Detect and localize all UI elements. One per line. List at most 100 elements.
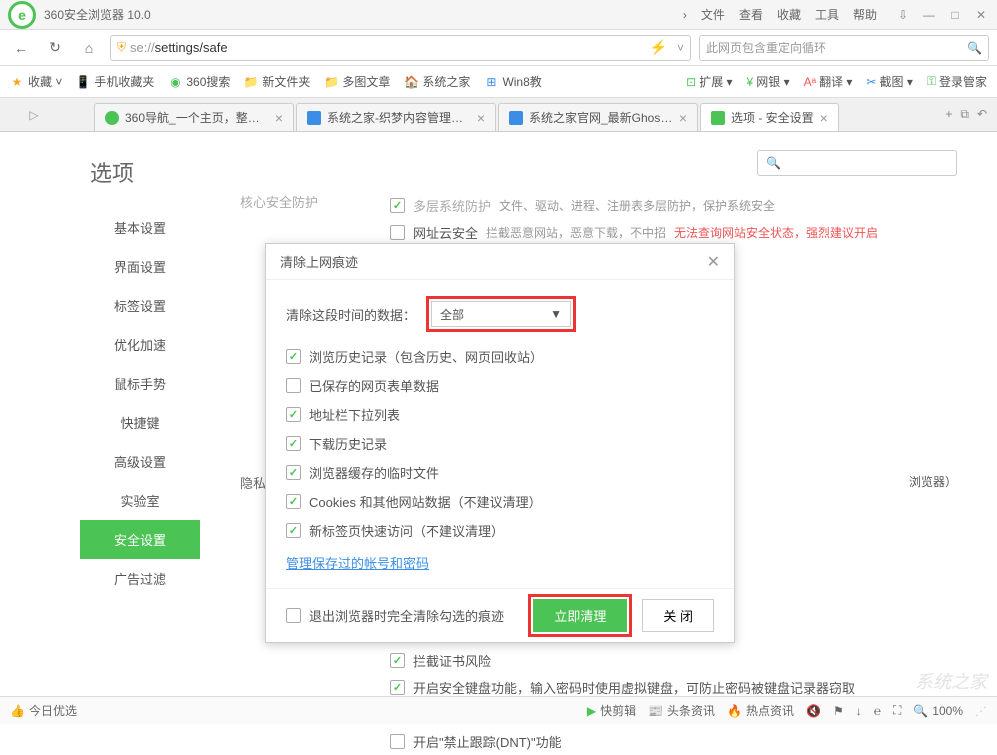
tab-1[interactable]: 360导航_一个主页，整个世… ×: [94, 103, 294, 131]
checkbox-multi[interactable]: [390, 198, 405, 213]
tab-favicon: [307, 111, 321, 125]
folder-icon: 📁: [324, 75, 338, 89]
chk-exit-clear[interactable]: [286, 608, 301, 623]
chk-newtab[interactable]: [286, 523, 301, 538]
page-title: 选项: [0, 142, 210, 208]
menu-arrow[interactable]: ›: [683, 8, 687, 22]
tool-bank[interactable]: ¥网银 ▾: [747, 73, 790, 90]
address-bar[interactable]: ⛨ se://settings/safe ⚡ ˅: [110, 35, 691, 61]
chevron-down-icon: ▼: [550, 307, 562, 321]
fire-icon: 🔥: [727, 704, 742, 718]
chk-download[interactable]: [286, 436, 301, 451]
address-text: se://settings/safe: [130, 40, 640, 55]
mute-icon[interactable]: 🔇: [806, 704, 821, 718]
restore-tab-button[interactable]: ↶: [977, 107, 987, 122]
status-quick[interactable]: ▶快剪辑: [587, 702, 636, 719]
menu-tools[interactable]: 工具: [815, 6, 839, 23]
folder-icon: 📁: [244, 75, 258, 89]
chk-forms[interactable]: [286, 378, 301, 393]
menu-favorites[interactable]: 收藏: [777, 6, 801, 23]
tab-scroll-right[interactable]: ▷: [24, 108, 44, 122]
chk-cache[interactable]: [286, 465, 301, 480]
sidebar-item-basic[interactable]: 基本设置: [80, 208, 200, 247]
bookmark-360search[interactable]: ◉360搜索: [168, 73, 230, 90]
manage-passwords-link[interactable]: 管理保存过的帐号和密码: [286, 553, 429, 572]
expand-icon[interactable]: ⛶: [893, 703, 901, 718]
addr-dropdown-icon[interactable]: ˅: [677, 41, 684, 55]
status-hotspot[interactable]: 🔥热点资讯: [727, 702, 794, 719]
app-title: 360安全浏览器 10.0: [44, 6, 683, 23]
resize-grip-icon[interactable]: ⋰: [975, 704, 987, 718]
tab-close-icon[interactable]: ×: [477, 110, 485, 126]
tab-list-button[interactable]: ⧉: [960, 107, 969, 122]
checkbox-dnt[interactable]: [390, 734, 405, 749]
settings-search[interactable]: 🔍: [757, 150, 957, 176]
sidebar-item-shortcut[interactable]: 快捷键: [80, 403, 200, 442]
checkbox-keyboard[interactable]: [390, 680, 405, 695]
tab-close-icon[interactable]: ×: [679, 110, 687, 126]
status-headlines[interactable]: 📰头条资讯: [648, 702, 715, 719]
bookmark-mobile[interactable]: 📱手机收藏夹: [76, 73, 154, 90]
back-button[interactable]: ←: [8, 35, 34, 61]
checkbox-webcloud[interactable]: [390, 225, 405, 240]
menu-view[interactable]: 查看: [739, 6, 763, 23]
shield-icon: ⛨: [117, 40, 126, 55]
dialog-close-button[interactable]: ✕: [707, 252, 720, 272]
bookmark-syshome[interactable]: 🏠系统之家: [404, 73, 470, 90]
tool-translate[interactable]: Aᵃ翻译 ▾: [804, 73, 853, 90]
play-icon: ▶: [587, 704, 596, 718]
sidebar-item-advanced[interactable]: 高级设置: [80, 442, 200, 481]
home-button[interactable]: ⌂: [76, 35, 102, 61]
sidebar-item-ui[interactable]: 界面设置: [80, 247, 200, 286]
windows-icon: ⊞: [484, 75, 498, 89]
status-icon[interactable]: ⚑: [833, 704, 844, 718]
dialog-title: 清除上网痕迹: [280, 252, 707, 271]
bookmark-win8[interactable]: ⊞Win8教: [484, 73, 541, 90]
section-privacy-label: 隐私: [240, 473, 266, 492]
key-icon: ⚿: [927, 74, 936, 89]
sidebar-item-lab[interactable]: 实验室: [80, 481, 200, 520]
maximize-button[interactable]: □: [947, 8, 963, 22]
clear-now-button[interactable]: 立即清理: [533, 599, 627, 632]
chk-cookies[interactable]: [286, 494, 301, 509]
search-icon[interactable]: 🔍: [967, 41, 982, 55]
star-icon: ★: [10, 75, 24, 89]
bookmark-multi[interactable]: 📁多图文章: [324, 73, 390, 90]
tool-capture[interactable]: ✂截图 ▾: [866, 73, 912, 90]
speed-icon[interactable]: ⚡: [644, 39, 673, 56]
tab-favicon: [105, 111, 119, 125]
minimize-button[interactable]: —: [921, 8, 937, 22]
new-tab-button[interactable]: +: [945, 107, 952, 122]
tab-4-active[interactable]: 选项 - 安全设置 ×: [700, 103, 839, 131]
zoom-level[interactable]: 🔍100%: [913, 704, 963, 718]
menu-file[interactable]: 文件: [701, 6, 725, 23]
favorites-menu[interactable]: ★收藏 ˅: [10, 73, 62, 90]
scissors-icon: ✂: [866, 75, 876, 89]
bookmark-newfolder[interactable]: 📁新文件夹: [244, 73, 310, 90]
thumb-icon: 👍: [10, 704, 25, 718]
status-today[interactable]: 👍今日优选: [10, 702, 77, 719]
checkbox-block-cert[interactable]: [390, 653, 405, 668]
sidebar-item-gesture[interactable]: 鼠标手势: [80, 364, 200, 403]
sidebar-item-security[interactable]: 安全设置: [80, 520, 200, 559]
tab-close-icon[interactable]: ×: [275, 110, 283, 126]
reload-button[interactable]: ↻: [42, 35, 68, 61]
time-range-dropdown[interactable]: 全部 ▼: [431, 301, 571, 327]
sidebar-item-adblock[interactable]: 广告过滤: [80, 559, 200, 598]
tool-extend[interactable]: ⊡扩展 ▾: [686, 73, 732, 90]
process-icon[interactable]: ℮: [874, 704, 881, 718]
close-window-button[interactable]: ✕: [973, 8, 989, 22]
tab-2[interactable]: 系统之家-织梦内容管理系统 ×: [296, 103, 496, 131]
sidebar-item-tabs[interactable]: 标签设置: [80, 286, 200, 325]
menu-help[interactable]: 帮助: [853, 6, 877, 23]
chk-history[interactable]: [286, 349, 301, 364]
tool-login[interactable]: ⚿登录管家: [927, 73, 987, 90]
chk-addrlist[interactable]: [286, 407, 301, 422]
close-dialog-button[interactable]: 关 闭: [642, 599, 714, 632]
download-icon[interactable]: ↓: [856, 704, 862, 718]
tab-3[interactable]: 系统之家官网_最新Ghost X ×: [498, 103, 698, 131]
sidebar-item-optimize[interactable]: 优化加速: [80, 325, 200, 364]
pin-button[interactable]: ⇩: [895, 8, 911, 22]
tab-close-icon[interactable]: ×: [820, 110, 828, 126]
search-bar[interactable]: 此网页包含重定向循环 🔍: [699, 35, 989, 61]
